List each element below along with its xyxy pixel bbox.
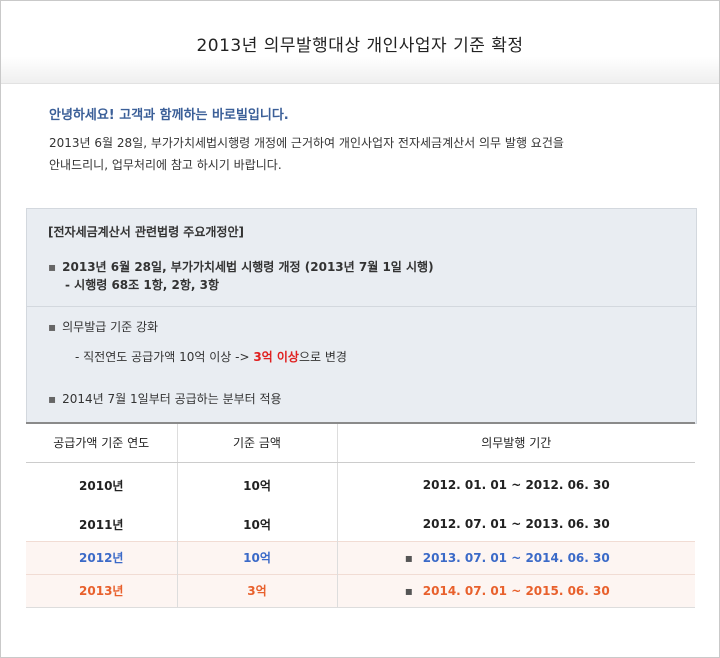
panel-heading: [전자세금계산서 관련법령 주요개정안]	[48, 225, 244, 239]
highlight-text: 3억 이상	[253, 350, 299, 364]
revision-item-sub: - 시행령 68조 1항, 2항, 3항	[65, 278, 220, 292]
table-header-row: 공급가액 기준 연도 기준 금액 의무발행 기간	[26, 422, 695, 463]
period-cell: ▪ 2014. 07. 01 ~ 2015. 06. 30	[337, 573, 695, 608]
period-text: 2013. 07. 01 ~ 2014. 06. 30	[422, 550, 610, 565]
period-cell: ▪ 2013. 07. 01 ~ 2014. 06. 30	[337, 540, 695, 574]
bullet-icon: ▪	[404, 583, 413, 598]
revision-item: ▪ 2014년 7월 1일부터 공급하는 분부터 적용	[48, 390, 282, 408]
period-text: 2014. 07. 01 ~ 2015. 06. 30	[422, 583, 610, 598]
sub-prefix: - 직전연도 공급가액 10억 이상 ->	[75, 350, 250, 364]
revision-item: ▪ 의무발급 기준 강화	[48, 318, 158, 336]
period-text: 2012. 01. 01 ~ 2012. 06. 30	[422, 478, 610, 493]
revision-item: ▪ 2013년 6월 28일, 부가가치세법 시행령 개정 (2013년 7월 1…	[48, 258, 434, 276]
bullet-icon: ▪	[404, 550, 413, 565]
page-title: 2013년 의무발행대상 개인사업자 기준 확정	[196, 36, 524, 56]
intro-paragraph: 2013년 6월 28일, 부가가치세법시행령 개정에 근거하여 개인사업자 전…	[49, 132, 669, 176]
table-row: 2011년 10억 2012. 07. 01 ~ 2013. 06. 30	[26, 508, 695, 541]
criteria-table: 공급가액 기준 연도 기준 금액 의무발행 기간 2010년 10억 2012.…	[26, 422, 695, 608]
revision-item-text: 2014년 7월 1일부터 공급하는 분부터 적용	[62, 392, 282, 406]
period-cell: 2012. 01. 01 ~ 2012. 06. 30	[337, 462, 695, 508]
year-cell: 2013년	[26, 573, 178, 608]
period-wrapper: ▪ 2014. 07. 01 ~ 2015. 06. 30	[405, 583, 610, 598]
table-row: 2010년 10억 2012. 01. 01 ~ 2012. 06. 30	[26, 462, 695, 508]
law-revision-panel: [전자세금계산서 관련법령 주요개정안] ▪ 2013년 6월 28일, 부가가치…	[26, 208, 697, 424]
intro-line: 2013년 6월 28일, 부가가치세법시행령 개정에 근거하여 개인사업자 전…	[49, 136, 564, 150]
criteria-table-wrap: 공급가액 기준 연도 기준 금액 의무발행 기간 2010년 10억 2012.…	[26, 422, 695, 608]
revision-item-text: 의무발급 기준 강화	[62, 320, 159, 334]
intro-line: 안내드리니, 업무처리에 참고 하시기 바랍니다.	[49, 158, 282, 172]
period-text: 2012. 07. 01 ~ 2013. 06. 30	[422, 517, 610, 532]
amount-cell: 3억	[177, 573, 338, 608]
bullet-icon: ▪	[48, 392, 57, 406]
table-row: 2012년 10억 ▪ 2013. 07. 01 ~ 2014. 06. 30	[26, 540, 695, 574]
page-header: 2013년 의무발행대상 개인사업자 기준 확정	[1, 1, 719, 84]
year-cell: 2012년	[26, 540, 178, 574]
bullet-icon: ▪	[48, 320, 57, 334]
amount-cell: 10억	[177, 540, 338, 574]
year-cell: 2011년	[26, 508, 178, 541]
year-cell: 2010년	[26, 462, 178, 508]
panel-divider	[27, 306, 696, 307]
period-wrapper: ▪ 2013. 07. 01 ~ 2014. 06. 30	[405, 550, 610, 565]
revision-item-sub: - 직전연도 공급가액 10억 이상 -> 3억 이상으로 변경	[75, 348, 347, 365]
column-header: 기준 금액	[177, 422, 338, 463]
revision-item-text: 2013년 6월 28일, 부가가치세법 시행령 개정 (2013년 7월 1일…	[62, 260, 434, 274]
page-frame: 2013년 의무발행대상 개인사업자 기준 확정 안녕하세요! 고객과 함께하는…	[0, 0, 720, 658]
amount-cell: 10억	[177, 508, 338, 541]
sub-suffix: 으로 변경	[298, 350, 347, 364]
table-row: 2013년 3억 ▪ 2014. 07. 01 ~ 2015. 06. 30	[26, 573, 695, 608]
bullet-icon: ▪	[48, 260, 57, 274]
column-header: 의무발행 기간	[337, 422, 695, 463]
amount-cell: 10억	[177, 462, 338, 508]
period-cell: 2012. 07. 01 ~ 2013. 06. 30	[337, 508, 695, 541]
greeting-text: 안녕하세요! 고객과 함께하는 바로빌입니다.	[49, 108, 289, 123]
column-header: 공급가액 기준 연도	[26, 422, 178, 463]
